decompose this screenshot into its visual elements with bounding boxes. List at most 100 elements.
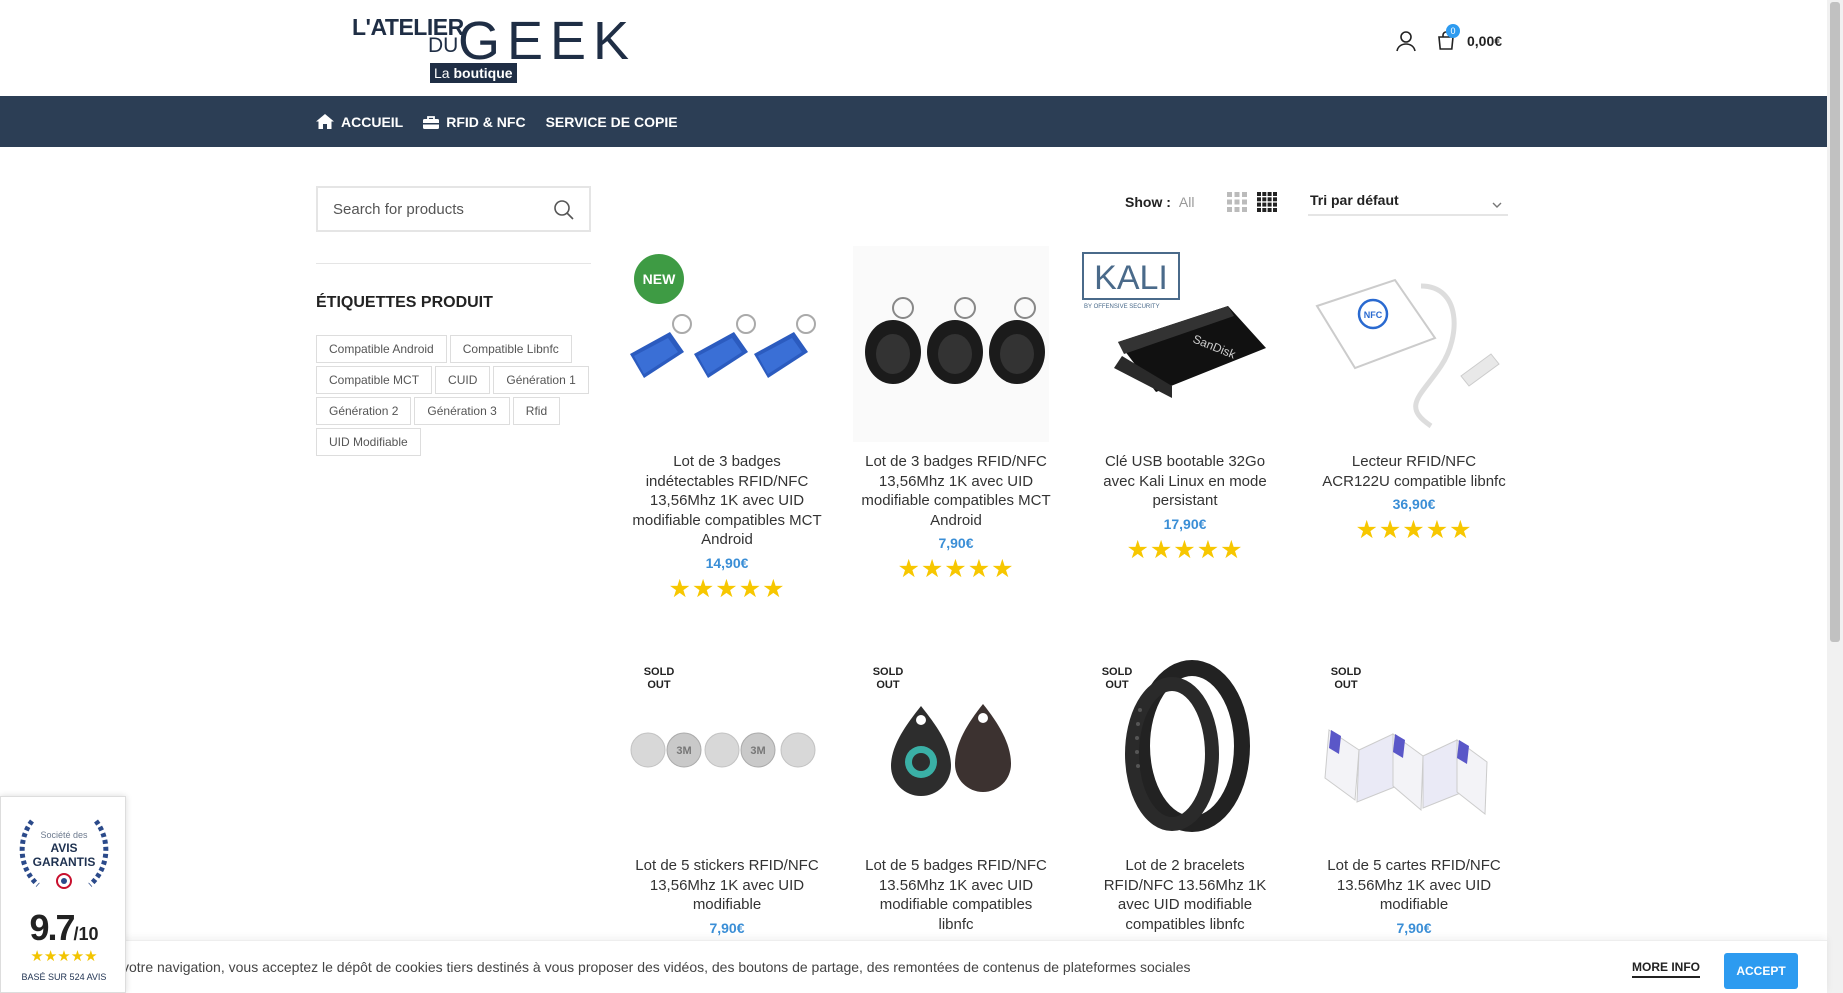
product-image[interactable]: SOLD OUT bbox=[1082, 650, 1278, 846]
tag-generation-3[interactable]: Génération 3 bbox=[414, 397, 510, 425]
review-score: 9.7/10 bbox=[1, 907, 127, 949]
cookie-accept-button[interactable]: ACCEPT bbox=[1724, 953, 1798, 989]
product-card[interactable]: NEW Lot de 3 badges indétectables RFID/N… bbox=[624, 246, 830, 602]
cookie-text: votre navigation, vous acceptez le dépôt… bbox=[122, 959, 1191, 975]
logo-tagline-bold: boutique bbox=[453, 65, 513, 81]
tag-rfid[interactable]: Rfid bbox=[512, 397, 561, 425]
review-stars: ★★★★★ bbox=[30, 948, 98, 965]
product-image[interactable] bbox=[853, 246, 1049, 442]
bag-icon bbox=[423, 115, 440, 129]
product-price: 36,90€ bbox=[1392, 496, 1436, 512]
product-card[interactable]: SOLD OUT Lot de 2 bracelets RFID/NFC 13.5… bbox=[1082, 650, 1288, 939]
product-image[interactable]: SOLD OUT bbox=[1311, 650, 1507, 846]
product-card[interactable]: Lot de 3 badges RFID/NFC 13,56Mhz 1K ave… bbox=[853, 246, 1059, 582]
product-search bbox=[316, 186, 591, 232]
product-image[interactable]: SOLD OUT 3M 3M bbox=[624, 650, 820, 846]
review-title-line2: GARANTIS bbox=[32, 855, 96, 869]
tag-cuid[interactable]: CUID bbox=[435, 366, 491, 394]
product-image[interactable]: NFC bbox=[1311, 246, 1507, 442]
product-image[interactable]: NEW bbox=[624, 246, 820, 442]
cookie-more-info-link[interactable]: MORE INFO bbox=[1632, 941, 1700, 993]
kali-usb-image: KALI BY OFFENSIVE SECURITY SanDisk bbox=[1082, 252, 1266, 398]
logo-line2: DU bbox=[428, 34, 459, 57]
product-title[interactable]: Lot de 2 bracelets RFID/NFC 13.56Mhz 1K … bbox=[1082, 856, 1288, 934]
product-card[interactable]: SOLD OUT Lot de 5 cartes RFID/NFC 13.56Mh… bbox=[1311, 650, 1517, 936]
search-icon[interactable] bbox=[553, 199, 575, 226]
product-card[interactable]: SOLD OUT 3M 3M Lot de 5 stickers RFID/NFC… bbox=[624, 650, 830, 936]
product-card[interactable]: NFC Lecteur RFID/NFC ACR122U compatible … bbox=[1311, 246, 1517, 543]
tag-generation-1[interactable]: Génération 1 bbox=[493, 366, 589, 394]
grid-3-icon[interactable] bbox=[1227, 192, 1247, 212]
sort-label: Tri par défaut bbox=[1310, 192, 1399, 208]
tag-uid-modifiable[interactable]: UID Modifiable bbox=[316, 428, 421, 456]
product-price: 7,90€ bbox=[938, 535, 974, 551]
product-image[interactable]: KALI BY OFFENSIVE SECURITY SanDisk bbox=[1082, 246, 1278, 442]
site-logo[interactable]: L'ATELIER DU GEEK La boutique bbox=[350, 8, 629, 84]
site-header: L'ATELIER DU GEEK La boutique 0 0,00€ bbox=[0, 0, 1827, 96]
user-icon[interactable] bbox=[1395, 30, 1417, 52]
show-all-link[interactable]: All bbox=[1179, 194, 1195, 210]
rating-stars: ★★★★★ bbox=[1126, 535, 1244, 564]
search-input[interactable] bbox=[318, 200, 543, 218]
rating-stars: ★★★★★ bbox=[1355, 516, 1473, 544]
sort-select[interactable]: Tri par défaut bbox=[1308, 186, 1508, 216]
nfc-logo-text: NFC bbox=[1364, 310, 1383, 320]
product-title[interactable]: Lot de 5 badges RFID/NFC 13.56Mhz 1K ave… bbox=[853, 856, 1059, 934]
tags-title: ÉTIQUETTES PRODUIT bbox=[316, 294, 493, 311]
product-title[interactable]: Lot de 3 badges indétectables RFID/NFC 1… bbox=[624, 452, 830, 550]
grid-4-icon[interactable] bbox=[1257, 192, 1277, 212]
product-title[interactable]: Lecteur RFID/NFC ACR122U compatible libn… bbox=[1311, 452, 1517, 491]
cart-total: 0,00€ bbox=[1467, 33, 1503, 49]
tag-generation-2[interactable]: Génération 2 bbox=[316, 397, 412, 425]
nav-item-label: RFID & NFC bbox=[446, 113, 526, 130]
main-nav: ACCUEIL RFID & NFC SERVICE DE COPIE bbox=[0, 96, 1827, 147]
show-label: Show : bbox=[1125, 194, 1171, 210]
review-score-value: 9.7 bbox=[29, 907, 75, 948]
cart-button[interactable]: 0 0,00€ bbox=[1435, 24, 1503, 52]
product-image[interactable]: SOLD OUT bbox=[853, 650, 1049, 846]
home-icon bbox=[316, 114, 334, 129]
nfc-reader-image: NFC bbox=[1315, 278, 1500, 429]
new-badge: NEW bbox=[634, 254, 684, 304]
grid-switcher bbox=[1227, 192, 1277, 212]
review-line1: Société des bbox=[40, 830, 88, 840]
product-price: 17,90€ bbox=[1163, 515, 1207, 532]
header-actions: 0 0,00€ bbox=[1395, 24, 1503, 52]
product-price: 14,90€ bbox=[705, 554, 749, 571]
shop-toolbar: Show : All bbox=[1125, 187, 1277, 217]
3m-text: 3M bbox=[750, 745, 765, 757]
tag-cloud: Compatible Android Compatible Libnfc Com… bbox=[316, 335, 596, 456]
product-card[interactable]: SOLD OUT Lot de 5 badges RFID/NFC 13.56Mh… bbox=[853, 650, 1059, 939]
review-title: AVIS GARANTIS bbox=[1, 841, 127, 869]
review-score-max: /10 bbox=[73, 924, 99, 944]
logo-tagline: La boutique bbox=[430, 63, 517, 83]
sold-out-badge: SOLD OUT bbox=[643, 666, 675, 691]
nav-item-rfid-nfc[interactable]: RFID & NFC bbox=[423, 113, 526, 130]
nav-item-service-copie[interactable]: SERVICE DE COPIE bbox=[546, 114, 678, 130]
tag-compatible-android[interactable]: Compatible Android bbox=[316, 335, 447, 363]
product-title[interactable]: Clé USB bootable 32Go avec Kali Linux en… bbox=[1082, 452, 1288, 511]
cookie-more-info-label: MORE INFO bbox=[1632, 960, 1700, 978]
page-scrollbar[interactable] bbox=[1827, 0, 1843, 993]
scrollbar-thumb[interactable] bbox=[1830, 2, 1840, 642]
sold-out-badge: SOLD OUT bbox=[1101, 666, 1133, 691]
product-card[interactable]: KALI BY OFFENSIVE SECURITY SanDisk Clé U… bbox=[1082, 246, 1288, 563]
nav-item-accueil[interactable]: ACCUEIL bbox=[316, 114, 403, 130]
product-price: 7,90€ bbox=[1396, 919, 1432, 936]
nav-item-label: SERVICE DE COPIE bbox=[545, 113, 678, 130]
avis-garantis-widget[interactable]: Société des AVIS GARANTIS 9.7/10 ★★★★★ BA… bbox=[0, 796, 126, 993]
product-title[interactable]: Lot de 5 stickers RFID/NFC 13,56Mhz 1K a… bbox=[624, 856, 830, 915]
sold-out-badge: SOLD OUT bbox=[1330, 666, 1362, 691]
review-title-line1: AVIS bbox=[50, 841, 78, 855]
black-key-fobs-image bbox=[853, 246, 1049, 442]
cart-count-badge: 0 bbox=[1446, 24, 1460, 38]
cookie-banner: votre navigation, vous acceptez le dépôt… bbox=[0, 940, 1827, 993]
rating-stars: ★★★★★ bbox=[668, 574, 786, 603]
rating-stars: ★★★★★ bbox=[897, 555, 1015, 583]
product-title[interactable]: Lot de 3 badges RFID/NFC 13,56Mhz 1K ave… bbox=[853, 452, 1059, 530]
product-title[interactable]: Lot de 5 cartes RFID/NFC 13.56Mhz 1K ave… bbox=[1311, 856, 1517, 915]
product-price: 7,90€ bbox=[709, 919, 745, 936]
tag-compatible-libnfc[interactable]: Compatible Libnfc bbox=[449, 335, 572, 363]
sold-out-badge: SOLD OUT bbox=[872, 666, 904, 691]
tag-compatible-mct[interactable]: Compatible MCT bbox=[316, 366, 433, 394]
